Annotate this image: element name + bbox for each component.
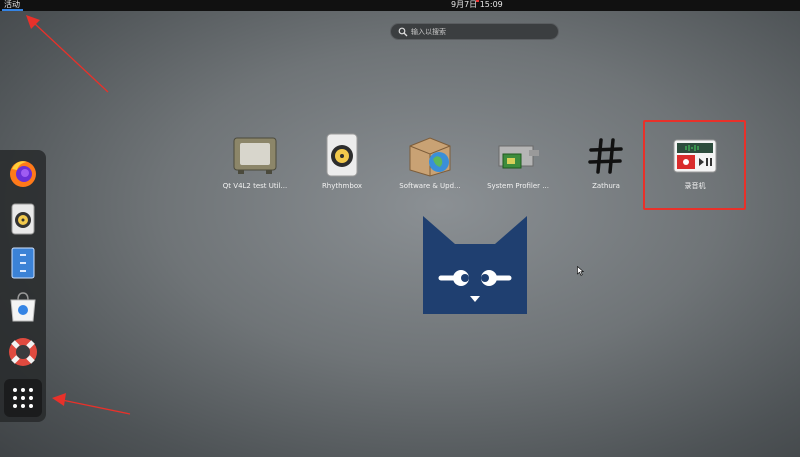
arrow-to-show-apps <box>52 393 131 415</box>
arrow-to-activities <box>26 15 109 93</box>
annotation-arrows <box>26 15 131 415</box>
